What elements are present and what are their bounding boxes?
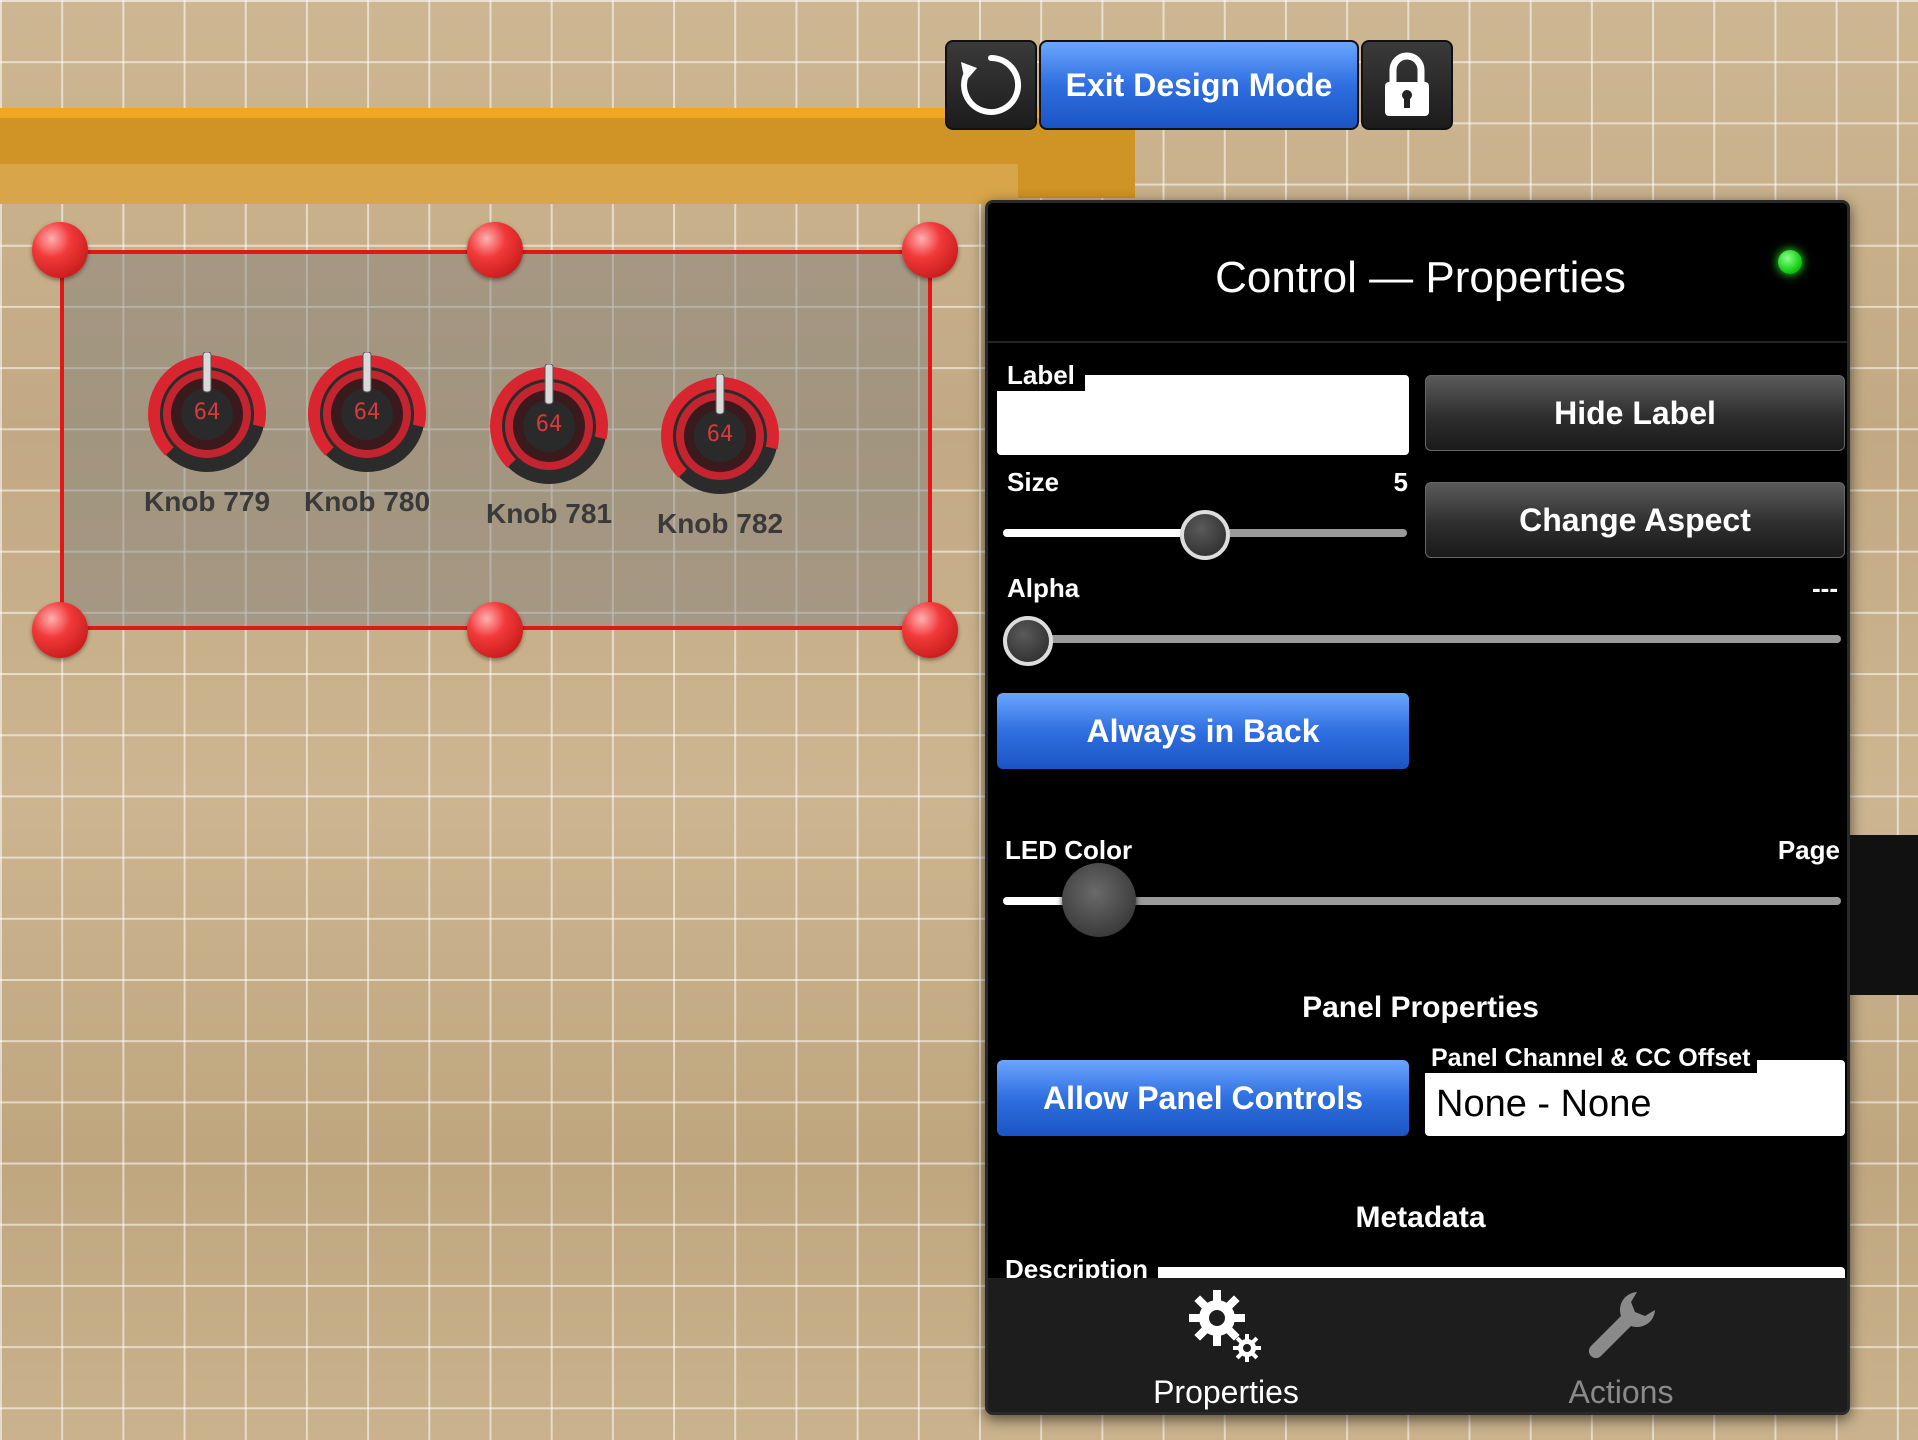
always-in-back-text: Always in Back	[1086, 712, 1320, 749]
resize-handle-top-right[interactable]	[902, 222, 958, 278]
alpha-value: ---	[1812, 573, 1838, 603]
knob-value: 64	[706, 422, 734, 447]
resize-handle-bottom-right[interactable]	[902, 602, 958, 658]
refresh-button[interactable]	[945, 40, 1037, 130]
tab-bar: Properties Actions	[988, 1278, 1847, 1412]
size-slider-fill	[1003, 529, 1205, 537]
led-color-page-label: Page	[1777, 835, 1840, 865]
tab-properties-label: Properties	[1153, 1374, 1299, 1410]
gears-icon	[1189, 1290, 1261, 1362]
resize-handle-bottom-left[interactable]	[32, 602, 88, 658]
tab-actions-label: Actions	[1568, 1374, 1674, 1410]
knob[interactable]: 64	[487, 363, 611, 488]
panel-channel-offset-value: None - None	[1436, 1083, 1652, 1125]
knob[interactable]: 64	[145, 351, 269, 476]
knob-value: 64	[193, 400, 221, 425]
always-in-back-button[interactable]: Always in Back	[997, 693, 1409, 769]
size-value: 5	[1393, 467, 1408, 497]
alpha-slider-thumb[interactable]	[1003, 616, 1053, 666]
wrench-icon	[1588, 1292, 1655, 1359]
knob-label: Knob 782	[656, 508, 784, 539]
title-divider	[988, 341, 1847, 343]
panel-channel-offset-caption: Panel Channel & CC Offset	[1425, 1041, 1757, 1073]
label-field-caption: Label	[997, 357, 1085, 391]
resize-handle-bottom-middle[interactable]	[467, 602, 523, 658]
metadata-heading: Metadata	[1355, 1201, 1486, 1234]
change-aspect-text: Change Aspect	[1519, 501, 1751, 538]
allow-panel-controls-text: Allow Panel Controls	[1042, 1079, 1364, 1116]
alpha-label: Alpha	[1007, 573, 1080, 603]
knob-label: Knob 779	[143, 486, 271, 517]
knob-value: 64	[353, 400, 381, 425]
knob[interactable]: 64	[658, 373, 782, 498]
orange-bar-lower	[0, 164, 1018, 204]
hide-label-button[interactable]: Hide Label	[1425, 375, 1845, 451]
led-color-label: LED Color	[1005, 835, 1133, 865]
exit-design-mode-button[interactable]: Exit Design Mode	[1039, 40, 1359, 130]
knob-label: Knob 781	[485, 498, 613, 529]
lock-icon	[1385, 52, 1429, 116]
change-aspect-button[interactable]: Change Aspect	[1425, 482, 1845, 558]
resize-handle-top-left[interactable]	[32, 222, 88, 278]
knob[interactable]: 64	[305, 351, 429, 476]
exit-design-mode-label: Exit Design Mode	[1065, 66, 1333, 103]
tab-actions[interactable]: Actions	[1471, 1278, 1771, 1412]
size-label: Size	[1007, 467, 1060, 497]
knob-value: 64	[535, 412, 563, 437]
allow-panel-controls-button[interactable]: Allow Panel Controls	[997, 1060, 1409, 1136]
alpha-slider-track[interactable]	[1003, 635, 1841, 643]
status-led	[1778, 250, 1802, 274]
refresh-icon	[961, 54, 1022, 115]
properties-panel: Control — Properties Label Hide Label Si…	[985, 200, 1850, 1415]
orange-bar-tab	[1018, 164, 1135, 198]
hide-label-text: Hide Label	[1554, 394, 1716, 431]
resize-handle-top-middle[interactable]	[467, 222, 523, 278]
side-drawer-handle[interactable]	[1850, 835, 1918, 995]
tab-properties[interactable]: Properties	[1076, 1278, 1376, 1412]
panel-properties-heading: Panel Properties	[1302, 991, 1539, 1024]
panel-title: Control — Properties	[1215, 253, 1626, 302]
led-color-slider-thumb[interactable]	[1062, 863, 1137, 937]
led-color-slider-fill	[1003, 897, 1071, 905]
lock-button[interactable]	[1361, 40, 1453, 130]
size-slider-thumb[interactable]	[1180, 510, 1230, 560]
knob-label: Knob 780	[303, 486, 431, 517]
